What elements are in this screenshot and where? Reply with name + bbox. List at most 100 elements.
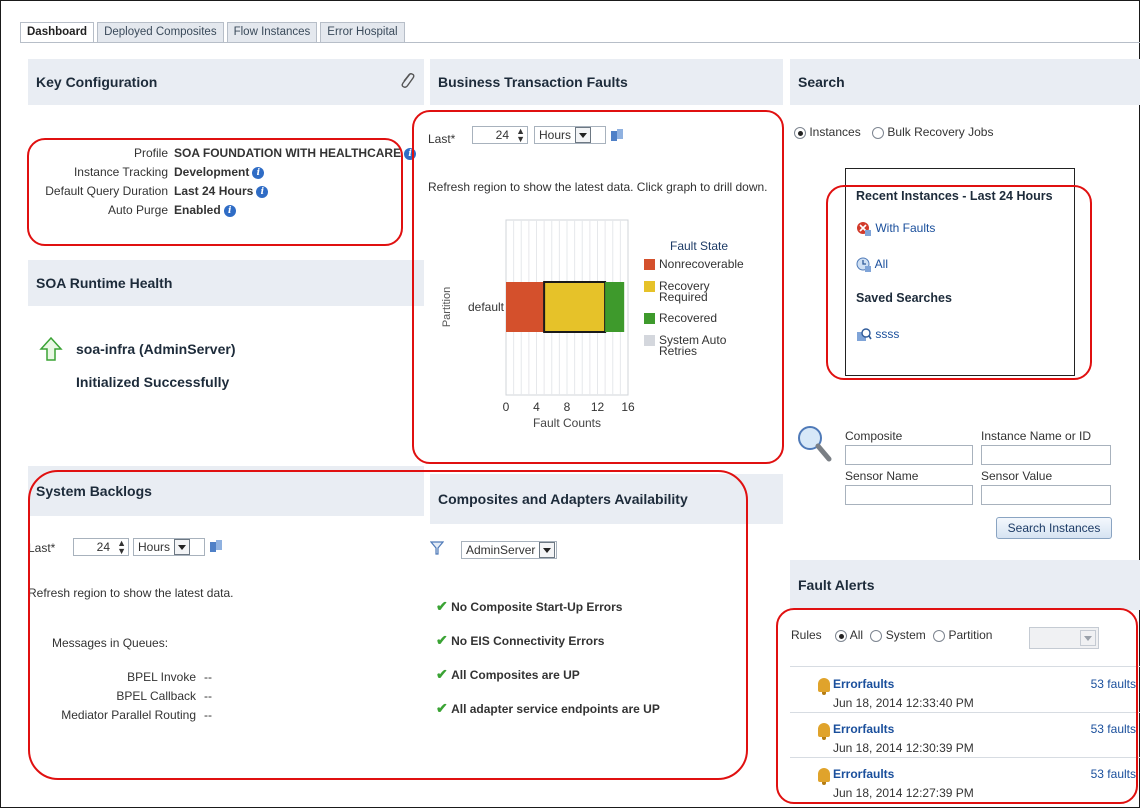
alerts-list: Errorfaults Jun 18, 2014 12:33:40 PM 53 …: [790, 668, 1140, 803]
faults-hours-spinner[interactable]: 24 ▲ ▼: [472, 126, 528, 144]
radio-rules-all[interactable]: [835, 629, 848, 642]
spinner-arrows-icon[interactable]: ▲ ▼: [117, 539, 126, 556]
legend-label: Retries: [659, 344, 697, 358]
faults-unit-select[interactable]: Hours: [534, 126, 606, 144]
alert-time: Jun 18, 2014 12:30:39 PM: [833, 741, 974, 755]
faults-refresh-text: Refresh region to show the latest data. …: [428, 180, 768, 194]
availability-header: Composites and Adapters Availability: [430, 474, 783, 524]
fault-chart[interactable]: default Partition 0 4 8 12 16 Fault Counts Fault…: [428, 210, 780, 440]
info-icon[interactable]: i: [404, 147, 417, 160]
radio-instances[interactable]: [794, 126, 806, 139]
tab-deployed-composites[interactable]: Deployed Composites: [97, 22, 224, 43]
runtime-health-header: SOA Runtime Health: [28, 260, 424, 306]
radio-instances-label: Instances: [809, 125, 861, 139]
system-backlogs-header: System Backlogs: [28, 466, 424, 516]
availability-item: ✔ All Composites are UP: [436, 666, 660, 700]
chevron-down-icon[interactable]: [174, 539, 191, 555]
rules-label: Rules: [791, 628, 822, 642]
search-instances-button[interactable]: Search Instances: [996, 517, 1112, 539]
info-icon[interactable]: i: [256, 185, 269, 198]
alert-name-link[interactable]: Errorfaults: [833, 677, 894, 691]
all-instances-text[interactable]: All: [875, 257, 888, 271]
tab-flow-instances[interactable]: Flow Instances: [226, 22, 318, 43]
saved-search-text[interactable]: ssss: [875, 327, 899, 341]
info-icon[interactable]: i: [223, 204, 236, 217]
checkmark-icon: ✔: [436, 632, 448, 648]
tab-error-hospital[interactable]: Error Hospital: [320, 22, 405, 43]
tab-dashboard[interactable]: Dashboard: [20, 22, 95, 43]
backlogs-hours-spinner[interactable]: 24 ▲ ▼: [73, 538, 129, 556]
saved-search-icon: [857, 328, 872, 341]
radio-rules-all-label: All: [849, 628, 864, 642]
bar-nonrecoverable[interactable]: [506, 282, 545, 332]
chevron-down-icon[interactable]: [1080, 630, 1096, 646]
legend-label: Nonrecoverable: [659, 257, 744, 271]
backlogs-unit-select[interactable]: Hours: [133, 538, 205, 556]
search-type-radios: Instances Bulk Recovery Jobs: [794, 125, 993, 139]
chevron-down-icon[interactable]: [575, 127, 592, 143]
alert-row: Errorfaults Jun 18, 2014 12:27:39 PM 53 …: [790, 758, 1140, 803]
x-tick-label: 4: [533, 400, 540, 414]
key-configuration-header: Key Configuration: [28, 59, 424, 105]
legend-swatch: [644, 335, 655, 346]
legend-title: Fault State: [670, 239, 728, 253]
recent-instances-panel: Recent Instances - Last 24 Hours With Fa…: [845, 168, 1075, 376]
server-select-value: AdminServer: [466, 543, 536, 557]
x-tick-label: 8: [564, 400, 571, 414]
queue-list: BPEL Invoke -- BPEL Callback -- Mediator…: [28, 670, 228, 727]
tab-underline: [20, 42, 1140, 43]
x-tick-label: 16: [621, 400, 635, 414]
alert-count-link[interactable]: 53 faults: [1091, 677, 1136, 691]
saved-search-link[interactable]: ssss: [856, 327, 899, 343]
bar-recovery-required[interactable]: [543, 281, 607, 333]
alert-name-link[interactable]: Errorfaults: [833, 767, 894, 781]
category-label: default: [468, 300, 505, 314]
runtime-status: Initialized Successfully: [76, 374, 230, 390]
paperclip-icon[interactable]: [398, 70, 416, 90]
radio-bulk-recovery[interactable]: [872, 126, 885, 139]
partition-select[interactable]: [1029, 627, 1099, 649]
fault-instance-icon: [857, 222, 871, 236]
with-faults-text[interactable]: With Faults: [875, 221, 935, 235]
auto-purge-label: Auto Purge: [107, 203, 168, 217]
spinner-arrows-icon[interactable]: ▲ ▼: [516, 127, 525, 144]
query-duration-label: Default Query Duration: [45, 184, 168, 198]
rules-filter: Rules All System Partition: [791, 628, 992, 642]
refresh-icon[interactable]: [209, 539, 223, 553]
info-icon[interactable]: i: [252, 166, 265, 179]
backlogs-unit-value: Hours: [138, 540, 171, 554]
runtime-health-title: SOA Runtime Health: [36, 275, 173, 291]
alert-count-link[interactable]: 53 faults: [1091, 767, 1136, 781]
filter-icon[interactable]: [430, 541, 444, 555]
sensor-name-input[interactable]: [845, 485, 973, 505]
server-select[interactable]: AdminServer: [461, 541, 557, 559]
availability-text: All Composites are UP: [451, 668, 580, 682]
sensor-value-input[interactable]: [981, 485, 1111, 505]
availability-item: ✔ No EIS Connectivity Errors: [436, 632, 660, 666]
radio-rules-partition[interactable]: [933, 629, 946, 642]
queue-value: --: [204, 708, 212, 722]
system-backlogs-title: System Backlogs: [36, 483, 152, 499]
faults-last-label: Last*: [428, 132, 456, 146]
radio-rules-system[interactable]: [870, 629, 883, 642]
chevron-down-icon[interactable]: [539, 542, 556, 558]
all-instances-link[interactable]: All: [856, 257, 888, 273]
bell-icon: [818, 678, 830, 695]
instance-name-input[interactable]: [981, 445, 1111, 465]
fault-alerts-header: Fault Alerts: [790, 560, 1140, 610]
business-faults-title: Business Transaction Faults: [438, 74, 628, 90]
refresh-icon[interactable]: [610, 128, 624, 142]
availability-item: ✔ All adapter service endpoints are UP: [436, 700, 660, 734]
backlogs-last-label: Last*: [28, 541, 56, 555]
bar-recovered[interactable]: [605, 282, 625, 332]
availability-item: ✔ No Composite Start-Up Errors: [436, 598, 660, 632]
x-tick-label: 0: [503, 400, 510, 414]
alert-name-link[interactable]: Errorfaults: [833, 722, 894, 736]
alert-count-link[interactable]: 53 faults: [1091, 722, 1136, 736]
faults-hours-value: 24: [495, 128, 509, 142]
runtime-server[interactable]: soa-infra (AdminServer): [76, 341, 235, 357]
with-faults-link[interactable]: With Faults: [856, 221, 935, 237]
instance-tracking-value: Development i: [174, 165, 265, 179]
composite-input[interactable]: [845, 445, 973, 465]
auto-purge-value: Enabled i: [174, 203, 236, 217]
